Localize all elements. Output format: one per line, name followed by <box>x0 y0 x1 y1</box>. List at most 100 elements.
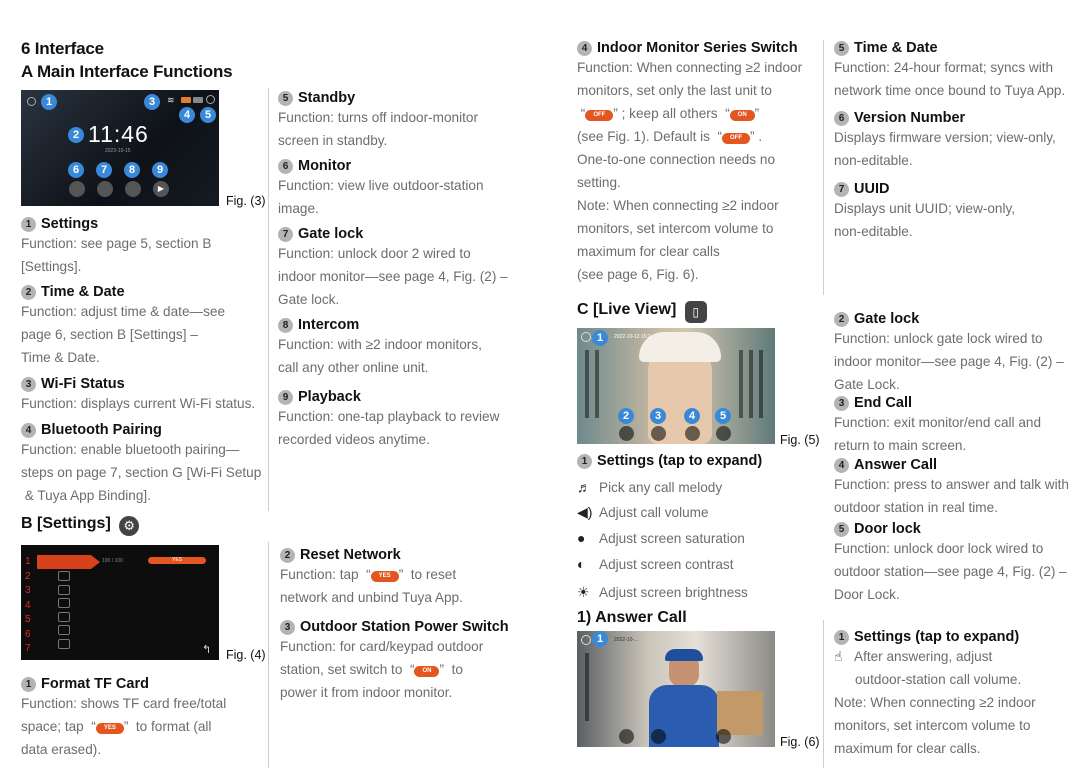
number-badge: 4 <box>577 41 592 56</box>
item-text-line: “OFF” ; keep all others “ON” <box>577 102 802 125</box>
item-intercom: 8 Intercom Function: with ≥2 indoor monit… <box>278 317 482 379</box>
item-text: Function: When connecting ≥2 indoor <box>577 60 803 75</box>
item-text: page 6, section B [Settings] – <box>21 327 198 342</box>
live-settings-heading: 1 Settings (tap to expand) <box>577 453 762 469</box>
gate-lock-button-icon[interactable] <box>125 181 141 197</box>
item-heading: Playback <box>298 389 361 405</box>
back-arrow-icon[interactable]: ↰ <box>202 643 211 656</box>
tf-card-space: 100 / 100 <box>102 558 123 564</box>
overlay-date: 2022-10-12 15:2 <box>614 334 651 340</box>
standby-button-icon[interactable] <box>69 181 85 197</box>
uuid-icon[interactable] <box>58 638 70 649</box>
end-call-button-icon[interactable] <box>651 729 666 744</box>
item-text: Function: displays current Wi-Fi status. <box>21 396 256 411</box>
fig6-label: Fig. (6) <box>780 735 820 749</box>
item-time-date: 2 Time & Date Function: adjust time & dat… <box>21 284 225 369</box>
number-badge: 1 <box>577 454 592 469</box>
item-call-settings: 1 Settings (tap to expand) ☝ After answeri… <box>834 629 1036 760</box>
contrast-slider[interactable] <box>749 350 753 418</box>
item-end-call: 3 End Call Function: exit monitor/end cal… <box>834 395 1041 457</box>
row-number: 7 <box>25 643 31 654</box>
item-text: Function: adjust time & date—see <box>21 304 226 319</box>
number-badge: 3 <box>280 620 295 635</box>
item-text: image. <box>278 201 319 216</box>
item-power-switch: 3 Outdoor Station Power Switch Function: … <box>280 619 509 704</box>
item-heading: Reset Network <box>300 547 401 563</box>
item-heading: Version Number <box>854 110 966 126</box>
item-text: Function: shows TF card free/total <box>21 696 227 711</box>
option-text: Pick any call melody <box>599 480 723 495</box>
item-text: call any other online unit. <box>278 360 429 375</box>
door-lock-button-icon[interactable] <box>716 426 731 441</box>
text-part: ” to reset <box>398 567 457 582</box>
item-text: Function: turns off indoor-monitor <box>278 110 478 125</box>
settings-gear-icon[interactable] <box>581 332 591 342</box>
item-text: maximum for clear calls. <box>834 741 981 756</box>
yes-pill[interactable]: YES <box>148 557 206 564</box>
tint-slider[interactable] <box>759 350 763 418</box>
callout-3: 3 <box>650 408 666 424</box>
page-title: 6 Interface <box>21 39 104 58</box>
saturation-slider[interactable] <box>739 350 743 418</box>
gate-lock-button-icon[interactable] <box>619 426 634 441</box>
number-badge: 6 <box>278 159 293 174</box>
item-text: indoor monitor—see page 4, Fig. (2) – <box>278 269 508 284</box>
item-text: Note: When connecting ≥2 indoor <box>577 198 779 213</box>
wifi-icon: ≋ <box>167 95 175 105</box>
row-number: 4 <box>25 599 31 611</box>
item-gate-lock: 7 Gate lock Function: unlock door 2 wired… <box>278 226 508 311</box>
item-text: Function: unlock door lock wired to <box>834 541 1044 556</box>
item-heading: UUID <box>854 181 890 197</box>
power-icon[interactable] <box>58 584 70 595</box>
item-text: Displays firmware version; view-only, <box>834 130 1056 145</box>
item-text: steps on page 7, section G [Wi-Fi Setup <box>21 465 262 480</box>
item-text: Function: see page 5, section B <box>21 236 212 251</box>
answer-call-button-icon[interactable] <box>685 426 700 441</box>
item-text: data erased). <box>21 742 102 757</box>
number-badge: 5 <box>834 522 849 537</box>
item-text: One-to-one connection needs no <box>577 152 776 167</box>
live-view-screenshot: 1 2022-10-12 15:2 2 3 4 5 <box>577 328 775 444</box>
answer-call-screenshot: 1 2022-10-... <box>577 631 775 747</box>
version-icon[interactable] <box>58 625 70 635</box>
gate-lock-button-icon[interactable] <box>619 729 634 744</box>
item-text: non-editable. <box>834 224 913 239</box>
wifi-reset-icon[interactable] <box>58 571 70 581</box>
text-part: ” ; keep all others “ <box>613 106 730 121</box>
item-wifi-status: 3 Wi-Fi Status Function: displays current… <box>21 376 255 415</box>
selected-row-highlight[interactable] <box>37 555 91 569</box>
text-part: ” . <box>750 129 763 144</box>
item-heading: Indoor Monitor Series Switch <box>597 40 798 56</box>
row-number: 5 <box>25 614 31 625</box>
text-part: ” to format (all <box>123 719 212 734</box>
door-lock-button-icon[interactable] <box>716 729 731 744</box>
section-title-settings: B [Settings] ⚙ <box>21 515 140 536</box>
on-pill: ON <box>729 110 755 121</box>
volume-slider[interactable] <box>585 350 589 418</box>
item-text: Gate lock. <box>278 292 340 307</box>
volume-slider[interactable] <box>585 653 589 721</box>
callout-1: 1 <box>592 330 608 346</box>
option-text: Adjust call volume <box>599 505 709 520</box>
number-badge: 8 <box>278 318 293 333</box>
monitor-button-icon[interactable] <box>97 181 113 197</box>
text-part: ” to <box>439 662 463 677</box>
item-playback: 9 Playback Function: one-tap playback to … <box>278 389 499 451</box>
play-icon[interactable]: ▶ <box>153 181 169 197</box>
option-contrast: ◐ Adjust screen contrast <box>577 556 734 572</box>
series-icon[interactable] <box>58 598 70 608</box>
courier-cap <box>665 649 703 661</box>
clock-icon[interactable] <box>58 611 70 622</box>
settings-gear-icon[interactable] <box>581 635 591 645</box>
item-text: outdoor station—see page 4, Fig. (2) – <box>834 564 1067 579</box>
item-bluetooth: 4 Bluetooth Pairing Function: enable blue… <box>21 422 261 507</box>
callout-7: 7 <box>96 162 112 178</box>
end-call-button-icon[interactable] <box>651 426 666 441</box>
callout-6: 6 <box>68 162 84 178</box>
row-number: 3 <box>25 585 31 596</box>
brightness-slider[interactable] <box>595 350 599 418</box>
item-text: return to main screen. <box>834 438 967 453</box>
item-text: Function: enable bluetooth pairing— <box>21 442 240 457</box>
palette-icon: ● <box>577 530 586 546</box>
overlay-date: 2022-10-... <box>614 637 639 643</box>
